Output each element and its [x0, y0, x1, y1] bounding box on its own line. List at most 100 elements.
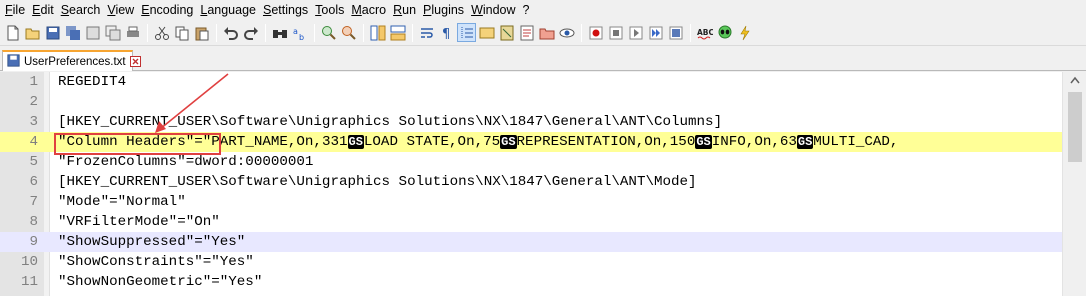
editor-lines: 1 REGEDIT4 2 3 [HKEY_CURRENT_USER\Software… — [0, 72, 1062, 292]
editor-line[interactable]: 5 "FrozenColumns"=dword:00000001 — [0, 152, 1062, 172]
vertical-scrollbar[interactable] — [1062, 72, 1086, 296]
monitoring-icon[interactable] — [557, 23, 576, 42]
svg-text:b: b — [299, 33, 304, 41]
value-segment: INFO,On,63 — [711, 134, 797, 150]
line-number: 5 — [29, 154, 38, 170]
menu-view[interactable]: View — [106, 0, 140, 20]
alien-icon[interactable] — [715, 23, 734, 42]
menu-language[interactable]: Language — [199, 0, 262, 20]
new-file-icon[interactable] — [3, 23, 22, 42]
record-macro-icon[interactable] — [586, 23, 605, 42]
sync-horizontal-icon[interactable] — [388, 23, 407, 42]
line-text: "FrozenColumns"=dword:00000001 — [58, 154, 314, 170]
line-number: 8 — [29, 214, 38, 230]
save-icon[interactable] — [43, 23, 62, 42]
editor-line[interactable]: 7 "Mode"="Normal" — [0, 192, 1062, 212]
find-icon[interactable] — [270, 23, 289, 42]
line-text: "ShowNonGeometric"="Yes" — [58, 274, 263, 290]
line-number: 1 — [29, 74, 38, 90]
tab-label: UserPreferences.txt — [24, 55, 126, 68]
line-text: REGEDIT4 — [58, 74, 127, 90]
line-number: 3 — [29, 114, 38, 130]
editor-area[interactable]: 1 REGEDIT4 2 3 [HKEY_CURRENT_USER\Software… — [0, 72, 1086, 296]
paste-icon[interactable] — [192, 23, 211, 42]
editor-line[interactable]: 2 — [0, 92, 1062, 112]
line-number: 9 — [29, 234, 38, 250]
line-text: "Mode"="Normal" — [58, 194, 186, 210]
save-macro-icon[interactable] — [666, 23, 685, 42]
indent-guide-icon[interactable] — [457, 23, 476, 42]
toolbar: ab ¶ ABC — [0, 20, 1086, 46]
toolbar-separator — [363, 23, 364, 42]
spell-check-icon[interactable]: ABC — [695, 23, 714, 42]
copy-icon[interactable] — [172, 23, 191, 42]
line-number: 4 — [29, 134, 38, 150]
redo-icon[interactable] — [241, 23, 260, 42]
menu-encoding[interactable]: Encoding — [140, 0, 199, 20]
undo-icon[interactable] — [221, 23, 240, 42]
folder-workspace-icon[interactable] — [537, 23, 556, 42]
tab-userpreferences[interactable]: UserPreferences.txt — [2, 50, 141, 71]
close-icon[interactable] — [129, 56, 141, 67]
line-number: 10 — [20, 254, 38, 270]
line-text: "VRFilterMode"="On" — [58, 214, 220, 230]
show-all-chars-icon[interactable]: ¶ — [437, 23, 456, 42]
zoom-out-icon[interactable] — [339, 23, 358, 42]
zoom-in-icon[interactable] — [319, 23, 338, 42]
lightning-icon[interactable] — [735, 23, 754, 42]
editor-line[interactable]: 1 REGEDIT4 — [0, 72, 1062, 92]
save-icon — [7, 53, 20, 70]
menu-run[interactable]: Run — [392, 0, 422, 20]
menu-edit[interactable]: Edit — [31, 0, 60, 20]
replace-icon[interactable]: ab — [290, 23, 309, 42]
menu-help[interactable]: ? — [522, 0, 536, 20]
function-list-icon[interactable] — [517, 23, 536, 42]
editor-line[interactable]: 3 [HKEY_CURRENT_USER\Software\Unigraphics… — [0, 112, 1062, 132]
line-number: 11 — [20, 274, 38, 290]
open-file-icon[interactable] — [23, 23, 42, 42]
line-text: [HKEY_CURRENT_USER\Software\Unigraphics … — [58, 174, 697, 190]
value-segment: "PART_NAME,On,331 — [202, 134, 348, 150]
sync-vertical-icon[interactable] — [368, 23, 387, 42]
run-macro-multiple-icon[interactable] — [646, 23, 665, 42]
value-segment: LOAD STATE,On,75 — [363, 134, 501, 150]
scroll-up-arrow-icon[interactable] — [1069, 74, 1081, 86]
toolbar-separator — [412, 23, 413, 42]
value-segment: REPRESENTATION,On,150 — [516, 134, 696, 150]
editor-line[interactable]: 10 "ShowConstraints"="Yes" — [0, 252, 1062, 272]
word-wrap-icon[interactable] — [417, 23, 436, 42]
toolbar-separator — [314, 23, 315, 42]
menu-settings[interactable]: Settings — [262, 0, 314, 20]
tab-bar: UserPreferences.txt — [0, 47, 1086, 71]
doc-map-icon[interactable] — [497, 23, 516, 42]
close-icon[interactable] — [83, 23, 102, 42]
print-icon[interactable] — [123, 23, 142, 42]
play-macro-icon[interactable] — [626, 23, 645, 42]
control-char-gs: GS — [500, 135, 517, 149]
annotation-highlight-box — [54, 133, 221, 155]
line-number: 2 — [29, 94, 38, 110]
close-all-icon[interactable] — [103, 23, 122, 42]
menu-macro[interactable]: Macro — [350, 0, 392, 20]
control-char-gs: GS — [796, 135, 814, 149]
udl-icon[interactable] — [477, 23, 496, 42]
menu-file[interactable]: File — [4, 0, 31, 20]
scrollbar-thumb[interactable] — [1068, 92, 1082, 162]
editor-line-marked[interactable]: 9 "ShowSuppressed"="Yes" — [0, 232, 1062, 252]
editor-line[interactable]: 6 [HKEY_CURRENT_USER\Software\Unigraphics… — [0, 172, 1062, 192]
cut-icon[interactable] — [152, 23, 171, 42]
line-number: 6 — [29, 174, 38, 190]
menu-tools[interactable]: Tools — [314, 0, 350, 20]
svg-text:ABC: ABC — [697, 28, 713, 37]
line-text: "ShowSuppressed"="Yes" — [58, 234, 246, 250]
line-number: 7 — [29, 194, 38, 210]
editor-line[interactable]: 11 "ShowNonGeometric"="Yes" — [0, 272, 1062, 292]
editor-line[interactable]: 8 "VRFilterMode"="On" — [0, 212, 1062, 232]
line-text: "ShowConstraints"="Yes" — [58, 254, 254, 270]
menu-window[interactable]: Window — [470, 0, 521, 20]
toolbar-separator — [690, 23, 691, 42]
menu-search[interactable]: Search — [60, 0, 107, 20]
stop-macro-icon[interactable] — [606, 23, 625, 42]
save-all-icon[interactable] — [63, 23, 82, 42]
menu-plugins[interactable]: Plugins — [422, 0, 470, 20]
